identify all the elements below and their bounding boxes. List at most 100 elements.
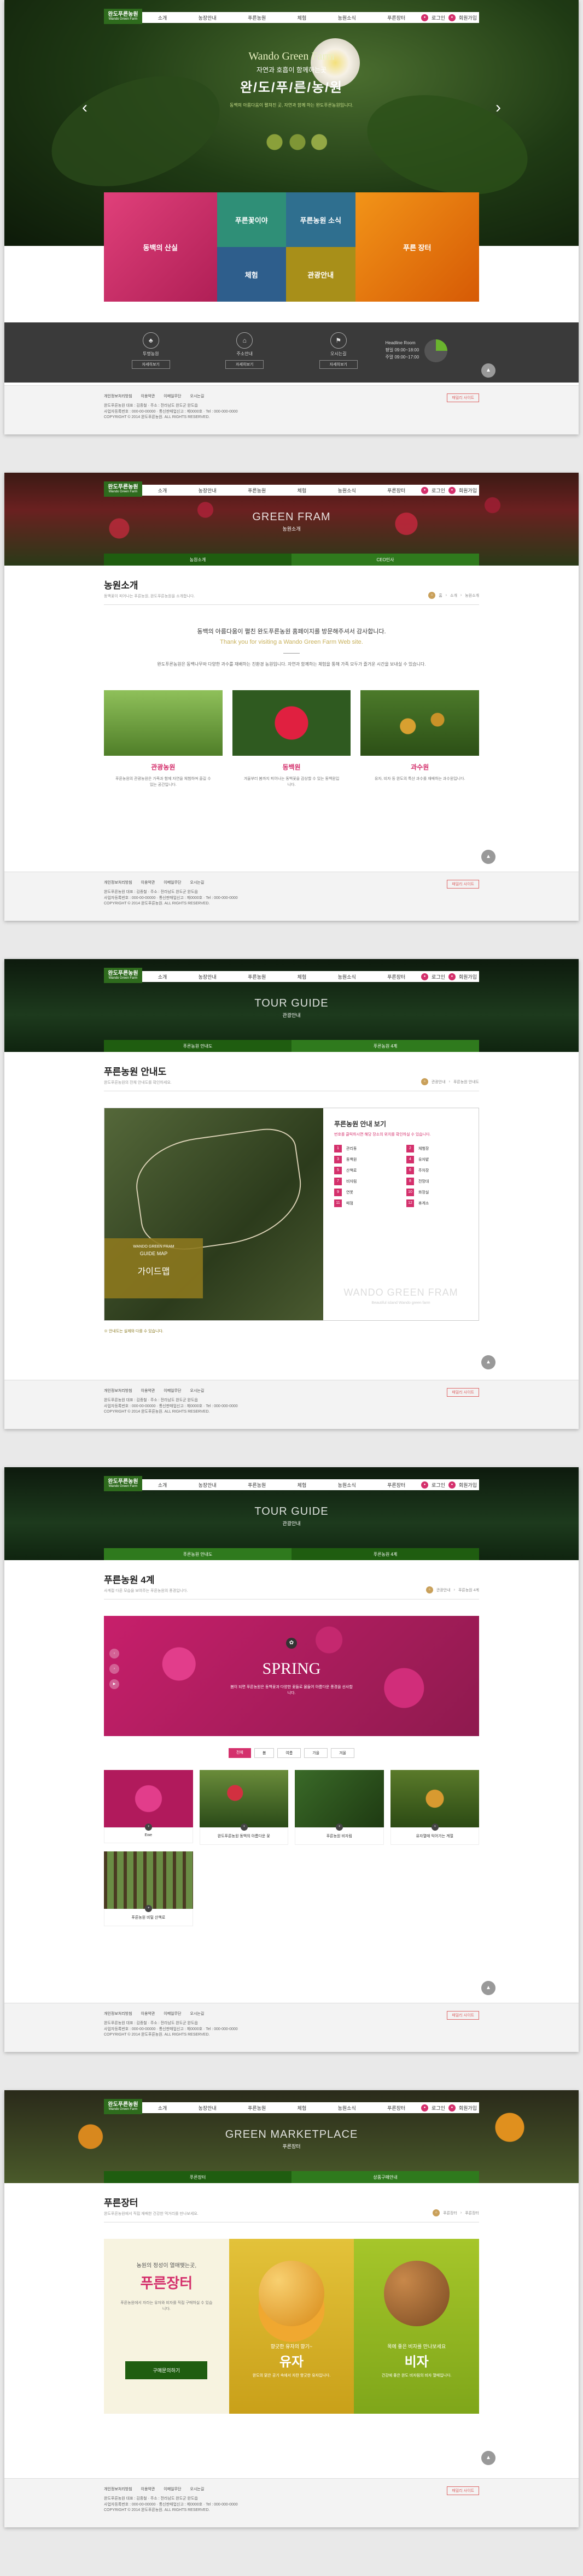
footer-link[interactable]: 개인정보처리방침: [104, 393, 132, 399]
scroll-top-button[interactable]: ▲: [481, 1981, 495, 1995]
play-icon[interactable]: ▶: [109, 1679, 119, 1689]
sub-nav-item[interactable]: 푸른장터: [104, 2171, 292, 2183]
intro-card[interactable]: 동백원 겨울부터 봄까지 피어나는 동백꽃을 감상할 수 있는 동백원입니다.: [232, 690, 351, 788]
sub-nav-item[interactable]: 푸른농원 4계: [292, 1548, 479, 1560]
intro-card[interactable]: 과수원 유자, 비자 등 완도의 특산 과수를 재배하는 과수원입니다.: [360, 690, 480, 788]
menu-item[interactable]: 푸른장터: [387, 973, 405, 980]
footer-link[interactable]: 이메일무단: [164, 2011, 181, 2016]
scroll-top-button[interactable]: ▲: [481, 2451, 495, 2465]
menu-item[interactable]: 농장안내: [199, 1481, 217, 1489]
menu-item[interactable]: 농원소식: [338, 14, 356, 21]
footer-link[interactable]: 이용약관: [141, 880, 155, 885]
legend-item[interactable]: 10 화장실: [406, 1189, 468, 1196]
legend-item[interactable]: 1 관리동: [334, 1145, 395, 1152]
menu-item[interactable]: 소개: [158, 1481, 167, 1489]
legend-item[interactable]: 12 휴게소: [406, 1199, 468, 1207]
family-site-select[interactable]: 패밀리 사이트: [447, 1388, 479, 1397]
join-link[interactable]: 회원가입: [459, 2104, 477, 2112]
footer-link[interactable]: 오시는길: [190, 2486, 205, 2492]
footer-link[interactable]: 이메일무단: [164, 1388, 181, 1393]
menu-item[interactable]: 체험: [298, 2104, 307, 2112]
footer-link[interactable]: 오시는길: [190, 880, 205, 885]
menu-item[interactable]: 소개: [158, 487, 167, 494]
crumb-item[interactable]: 관광안내: [432, 1079, 446, 1085]
menu-item[interactable]: 농장안내: [199, 973, 217, 980]
next-arrow-icon[interactable]: ›: [495, 98, 501, 117]
tab-autumn[interactable]: 가을: [304, 1748, 328, 1758]
menu-item[interactable]: 소개: [158, 14, 167, 21]
logo[interactable]: 완도푸른농원 Wando Green Farm: [104, 2099, 142, 2114]
footer-link[interactable]: 개인정보처리방침: [104, 880, 132, 885]
footer-link[interactable]: 이용약관: [141, 2486, 155, 2492]
family-site-select[interactable]: 패밀리 사이트: [447, 393, 479, 402]
menu-item[interactable]: 푸른장터: [387, 1481, 405, 1489]
gallery-item[interactable]: + 푸른농원 비밀 산책로: [104, 1851, 193, 1926]
legend-item[interactable]: 6 주차장: [406, 1167, 468, 1174]
menu-item[interactable]: 푸른장터: [387, 2104, 405, 2112]
info-button[interactable]: 자세히보기: [319, 360, 358, 369]
footer-link[interactable]: 이메일무단: [164, 880, 181, 885]
footer-link[interactable]: 개인정보처리방침: [104, 1388, 132, 1393]
tab-summer[interactable]: 여름: [277, 1748, 301, 1758]
menu-item[interactable]: 푸른농원: [248, 487, 266, 494]
login-link[interactable]: 로그인: [432, 14, 445, 21]
footer-link[interactable]: 이메일무단: [164, 393, 181, 399]
footer-link[interactable]: 오시는길: [190, 2011, 205, 2016]
footer-link[interactable]: 이용약관: [141, 1388, 155, 1393]
crumb-item[interactable]: 홈: [439, 593, 442, 598]
tab-winter[interactable]: 겨울: [331, 1748, 354, 1758]
tab-all[interactable]: 전체: [228, 1748, 251, 1758]
login-link[interactable]: 로그인: [432, 973, 445, 980]
gallery-item[interactable]: + 완도푸른농원 동백의 아름다운 꽃: [199, 1770, 288, 1845]
logo[interactable]: 완도푸른농원 Wando Green Farm: [104, 968, 142, 983]
legend-item[interactable]: 9 연못: [334, 1189, 395, 1196]
menu-item[interactable]: 농장안내: [199, 14, 217, 21]
join-link[interactable]: 회원가입: [459, 14, 477, 21]
intro-card[interactable]: 관광농원 푸른농원의 관광농원은 가족과 함께 자연을 체험하며 즐길 수 있는…: [104, 690, 223, 788]
sub-nav-item[interactable]: CEO인사: [292, 554, 479, 566]
legend-item[interactable]: 3 동백원: [334, 1156, 395, 1163]
legend-item[interactable]: 4 유자밭: [406, 1156, 468, 1163]
tile-market[interactable]: 푸른 장터: [355, 192, 479, 302]
sub-nav-item[interactable]: 농원소개: [104, 554, 292, 566]
info-button[interactable]: 자세히보기: [225, 360, 264, 369]
menu-item[interactable]: 체험: [298, 14, 307, 21]
menu-item[interactable]: 푸른농원: [248, 14, 266, 21]
menu-item[interactable]: 푸른농원: [248, 1481, 266, 1489]
footer-link[interactable]: 오시는길: [190, 393, 205, 399]
tile-experience[interactable]: 푸른꽃이야 체험: [217, 192, 286, 302]
family-site-select[interactable]: 패밀리 사이트: [447, 2011, 479, 2020]
menu-item[interactable]: 농원소식: [338, 973, 356, 980]
sub-nav-item[interactable]: 푸른농원 4계: [292, 1040, 479, 1052]
family-site-select[interactable]: 패밀리 사이트: [447, 2486, 479, 2495]
footer-link[interactable]: 개인정보처리방침: [104, 2011, 132, 2016]
gallery-item[interactable]: + 유자열매 익어가는 계절: [390, 1770, 479, 1845]
crumb-item[interactable]: 소개: [450, 593, 457, 598]
legend-item[interactable]: 2 체험장: [406, 1145, 468, 1152]
login-link[interactable]: 로그인: [432, 1481, 445, 1489]
login-link[interactable]: 로그인: [432, 2104, 445, 2112]
menu-item[interactable]: 농원소식: [338, 1481, 356, 1489]
login-link[interactable]: 로그인: [432, 487, 445, 494]
legend-item[interactable]: 8 전망대: [406, 1178, 468, 1185]
footer-link[interactable]: 이용약관: [141, 393, 155, 399]
prev-arrow-icon[interactable]: ‹: [82, 98, 88, 117]
logo[interactable]: 완도푸른농원 Wando Green Farm: [104, 9, 142, 24]
prev-season-icon[interactable]: ‹: [109, 1649, 119, 1658]
tile-camellia[interactable]: 동백의 산실: [104, 192, 217, 302]
menu-item[interactable]: 소개: [158, 973, 167, 980]
footer-link[interactable]: 오시는길: [190, 1388, 205, 1393]
product-yuja[interactable]: 향긋한 유자의 향기~ 유자 완도의 맑은 공기 속에서 자란 향긋한 유자입니…: [229, 2239, 354, 2414]
tile-news[interactable]: 푸른농원 소식 관광안내: [286, 192, 355, 302]
crumb-item[interactable]: 푸른장터: [443, 2210, 457, 2216]
scroll-top-button[interactable]: ▲: [481, 1355, 495, 1369]
scroll-top-button[interactable]: ▲: [481, 363, 495, 378]
join-link[interactable]: 회원가입: [459, 1481, 477, 1489]
logo[interactable]: 완도푸른농원 Wando Green Farm: [104, 1476, 142, 1491]
gallery-item[interactable]: + 푸른농원 비자림: [295, 1770, 384, 1845]
product-bija[interactable]: 목에 좋은 비자를 만나보세요 비자 건강에 좋은 완도 비자림의 비자 열매입…: [354, 2239, 480, 2414]
footer-link[interactable]: 이메일무단: [164, 2486, 181, 2492]
join-link[interactable]: 회원가입: [459, 973, 477, 980]
menu-item[interactable]: 농장안내: [199, 487, 217, 494]
menu-item[interactable]: 체험: [298, 487, 307, 494]
